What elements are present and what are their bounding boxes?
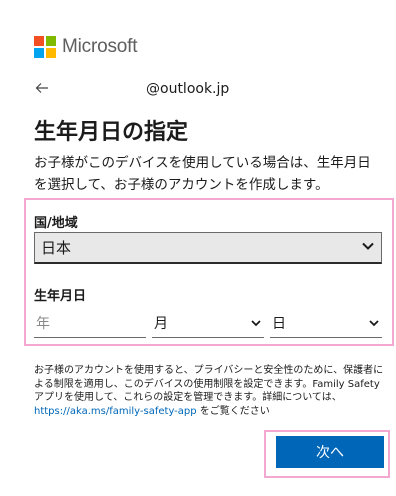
page-title: 生年月日の指定 — [34, 120, 189, 145]
birth-day-select[interactable]: 日 — [270, 308, 382, 338]
microsoft-logo-icon — [34, 36, 56, 58]
dob-label: 生年月日 — [34, 289, 87, 304]
chevron-down-icon — [361, 239, 375, 253]
next-button[interactable]: 次へ — [276, 436, 384, 468]
birth-month-value: 月 — [154, 315, 168, 332]
birth-day-value: 日 — [272, 315, 286, 332]
privacy-suffix: をご覧ください — [196, 405, 270, 417]
birth-year-input[interactable]: 年 — [34, 308, 146, 338]
chevron-down-icon — [368, 317, 380, 329]
account-email: @outlook.jp — [146, 81, 230, 97]
identity-banner: @outlook.jp — [34, 80, 364, 100]
page-description: お子様がこのデバイスを使用している場合は、生年月日を選択して、お子様のアカウント… — [34, 155, 371, 193]
family-safety-link[interactable]: https://aka.ms/family-safety-app — [34, 406, 197, 417]
birth-month-select[interactable]: 月 — [152, 308, 264, 338]
privacy-text: お子様のアカウントを使用すると、プライバシーと安全性のために、保護者による制限を… — [34, 365, 384, 403]
brand-name: Microsoft — [62, 36, 138, 57]
privacy-notice: お子様のアカウントを使用すると、プライバシーと安全性のために、保護者による制限を… — [34, 364, 384, 418]
region-select[interactable]: 日本 — [34, 232, 382, 264]
region-label: 国/地域 — [34, 216, 78, 231]
back-arrow-icon[interactable] — [34, 80, 54, 100]
microsoft-logo: Microsoft — [34, 36, 137, 58]
region-select-value: 日本 — [41, 239, 72, 257]
birth-year-placeholder: 年 — [36, 315, 50, 332]
chevron-down-icon — [250, 317, 262, 329]
